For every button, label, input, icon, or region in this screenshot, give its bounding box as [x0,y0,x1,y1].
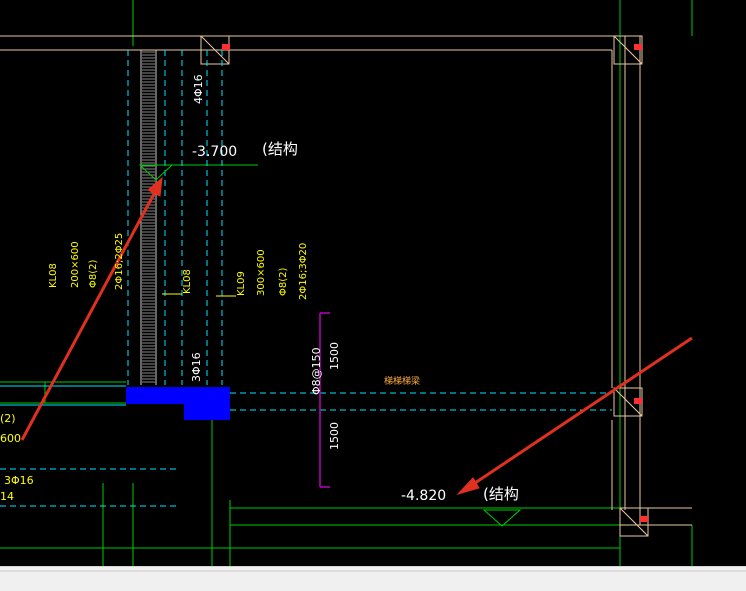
dim-lower-label: 1500 [328,422,341,450]
elevation-symbol-bottom [482,509,522,527]
kl08-a-stirrup: Φ8(2) [88,260,99,288]
wall-hatch-lines [142,51,155,383]
beam-kl08-a: KL08 200×600 Φ8(2) 2Φ16;2Φ25 [48,233,125,290]
kl08-a-name: KL08 [48,263,59,288]
beam-section-fill [126,387,230,420]
left-label-2: 3Φ16 [4,474,34,487]
beam-solid-lines [0,385,126,406]
kl08-b-name: KL08 [182,269,193,294]
left-label-3: 14 [0,490,14,503]
kl08-a-size: 200×600 [70,241,81,288]
elevation-bottom-note: (结构 [483,485,519,503]
kl09-name: KL09 [236,271,247,296]
structural-drawing: -3.700 (结构 -4.820 (结构 4Φ16 3Φ16 Φ8@150 1… [0,0,693,566]
dim-upper-label: 1500 [328,342,341,370]
grid-lines [0,0,693,566]
stair-beam-note: 梯梯梯梁 [384,375,420,387]
kl08-a-rebar: 2Φ16;2Φ25 [114,233,125,290]
stirrup-label: Φ8@150 [310,347,323,395]
status-bar [0,566,746,591]
leader-ticks [162,293,236,297]
beam-kl09: KL09 300×600 Φ8(2) 2Φ16;3Φ20 [236,243,309,300]
kl09-size: 300×600 [256,249,267,296]
elevation-top-note: (结构 [262,140,298,158]
kl09-rebar: 2Φ16;3Φ20 [298,243,309,300]
dimension-bracket [319,312,330,488]
left-label-1: 600 [0,432,21,445]
status-bar-stripe [0,570,746,572]
kl09-stirrup: Φ8(2) [278,268,289,296]
cad-viewport[interactable]: -3.700 (结构 -4.820 (结构 4Φ16 3Φ16 Φ8@150 1… [0,0,746,591]
red-arrows [20,176,693,495]
elevation-top-text: -3.700 [192,144,237,160]
left-label-0: (2) [0,412,16,425]
beam-kl08-b: KL08 [182,269,193,294]
rebar-top-label: 4Φ16 [192,74,205,104]
rebar-bottom-label: 3Φ16 [190,352,203,382]
elevation-bottom-text: -4.820 [401,488,446,504]
